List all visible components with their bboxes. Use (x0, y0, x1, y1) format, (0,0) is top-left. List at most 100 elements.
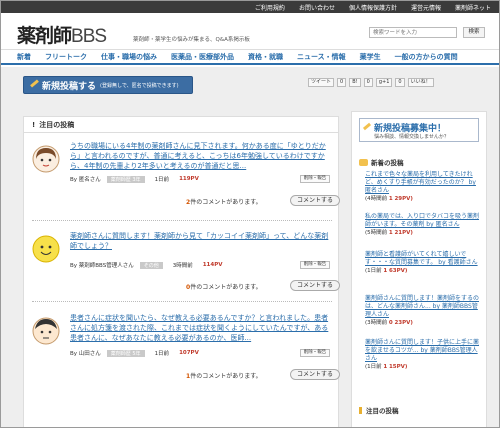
new-post-meta: (1日前 1 63PV) (365, 268, 408, 274)
like-button[interactable]: いいね！ (407, 78, 434, 87)
search-button[interactable]: 検索 (463, 27, 485, 38)
side-featured-heading: 注目の投稿 (359, 405, 399, 415)
nav-item-news[interactable]: ニュース・情報 (297, 52, 346, 62)
topbar-link-contact[interactable]: お問い合わせ (299, 3, 335, 12)
post-title-link[interactable]: 患者さんに症状を聞いたら、なぜ教える必要あるんですか？と言われました。患者さんに… (70, 313, 332, 343)
gplus-button[interactable]: g+1 (375, 78, 393, 87)
site-logo[interactable]: 薬剤師BBS (17, 21, 107, 48)
new-badge-icon (359, 158, 368, 166)
new-post-link[interactable]: 私の薬局では、入り口でタバコを吸う薬剤師がいます。その薬剤 by 匿名さん (365, 213, 479, 229)
new-post-meta: (5時間前 1 21PV) (365, 230, 413, 236)
new-posts-heading: 新着の投稿 (359, 157, 404, 167)
new-post-meta: (1日前 1 15PV) (365, 364, 408, 370)
featured-post-3: 患者さんに症状を聞いたら、なぜ教える必要あるんですか？と言われました。患者さんに… (32, 313, 340, 393)
featured-heading-text: 注目の投稿 (39, 120, 75, 129)
nav-item-general[interactable]: 一般の方からの質問 (395, 52, 458, 62)
avatar-smiley-icon (32, 235, 60, 263)
nav-item-qualification[interactable]: 資格・就職 (248, 52, 283, 62)
recruit-subtitle: 悩み相談、情報交換しませんか？ (374, 134, 449, 140)
post-pageviews: 107PV (179, 350, 199, 356)
new-post-link[interactable]: これまで色々な薬局を利用してきたけれど、めくすり手帳が有効だったのか？ by 匿… (365, 171, 479, 195)
recruit-banner[interactable]: 新規投稿募集中！ 悩み相談、情報交換しませんか？ (359, 118, 479, 142)
comment-count-text: 件のコメントがあります。 (190, 284, 262, 291)
new-post-item: 薬剤師さんに質問します！薬剤師をするのは、どんな薬剤師さん... by 薬剤師B… (365, 295, 479, 327)
divider (32, 301, 332, 302)
hatena-count: 0 (363, 78, 373, 87)
gplus-count: 0 (395, 78, 405, 87)
report-button[interactable]: 削除・報告 (300, 175, 330, 183)
pencil-icon (362, 122, 372, 131)
post-category-badge: その他 (139, 261, 163, 269)
site-tagline: 薬剤師・薬学生の悩みが集まる、Q&A系掲示板 (133, 37, 250, 43)
comment-count: 0件のコメントがあります。 (186, 282, 262, 291)
post-title-link[interactable]: うちの職場にいる4年制の薬剤師さんに見下されます。何かある度に「ゆとりだから」と… (70, 141, 332, 171)
new-post-item: これまで色々な薬局を利用してきたけれど、めくすり手帳が有効だったのか？ by 匿… (365, 171, 479, 203)
featured-post-1: うちの職場にいる4年制の薬剤師さんに見下されます。何かある度に「ゆとりだから」と… (32, 141, 340, 221)
post-time: 1日前 (154, 177, 170, 183)
social-buttons: ツイート 0 B! 0 g+1 0 いいね！ (308, 78, 434, 87)
new-post-item: 私の薬局では、入り口でタバコを吸う薬剤師がいます。その薬剤 by 匿名さん (5… (365, 213, 479, 237)
new-post-link[interactable]: 薬剤師さんに質問します！子供に上手に薬を飲ませるコツが... by 薬剤師BBS… (365, 339, 479, 363)
heading-accent (359, 406, 362, 414)
comment-count: 1件のコメントがあります。 (186, 371, 262, 380)
comment-button[interactable]: コメントする (290, 195, 340, 206)
top-utility-bar: ご利用規約 お問い合わせ 個人情報保護方針 運営元情報 薬剤師ネット (1, 1, 499, 13)
report-button[interactable]: 削除・報告 (300, 261, 330, 269)
nav-item-new[interactable]: 新着 (17, 52, 31, 62)
tweet-count: 0 (337, 78, 347, 87)
topbar-link-company[interactable]: 運営元情報 (411, 3, 441, 12)
main-column: ! 注目の投稿 うちの職場にいる4年制の薬剤師さんに見下されます。何かある度に「… (23, 111, 340, 427)
post-title-link[interactable]: 薬剤師さんに質問します！薬剤師から見て「カッコイイ薬剤師」って、どんな薬剤師でし… (70, 231, 332, 251)
post-meta: By 匿名さん 薬剤師歴 3年 1日前 119PV (70, 175, 199, 183)
search-input[interactable] (369, 27, 457, 38)
new-post-meta: (3時間前 0 23PV) (365, 320, 413, 326)
avatar-woman-icon (32, 145, 60, 173)
comment-count-text: 件のコメントがあります。 (190, 373, 262, 380)
comment-button[interactable]: コメントする (290, 369, 340, 380)
comment-count-text: 件のコメントがあります。 (190, 199, 262, 206)
comment-button[interactable]: コメントする (290, 280, 340, 291)
topbar-link-privacy[interactable]: 個人情報保護方針 (349, 3, 397, 12)
new-post-meta: (4時間前 1 29PV) (365, 196, 413, 202)
comment-count: 2件のコメントがあります。 (186, 197, 262, 206)
post-time: 1日前 (154, 351, 170, 357)
nav-item-medicine[interactable]: 医薬品・医療部外品 (171, 52, 234, 62)
new-post-sublabel: (登録無しで、匿名で投稿できます) (100, 82, 179, 89)
new-post-item: 薬剤師さんに質問します！子供に上手に薬を飲ませるコツが... by 薬剤師BBS… (365, 339, 479, 371)
tweet-button[interactable]: ツイート (308, 78, 335, 87)
new-post-button[interactable]: 新規投稿する (登録無しで、匿名で投稿できます) (23, 76, 193, 94)
hatena-button[interactable]: B! (349, 78, 361, 87)
topbar-link-terms[interactable]: ご利用規約 (255, 3, 285, 12)
post-pageviews: 119PV (179, 176, 199, 182)
featured-post-2: 薬剤師さんに質問します！薬剤師から見て「カッコイイ薬剤師」って、どんな薬剤師でし… (32, 231, 340, 301)
post-author: By 匿名さん (70, 177, 101, 183)
post-author: By 薬剤師BBS管理人さん (70, 263, 134, 269)
report-button[interactable]: 削除・報告 (300, 349, 330, 357)
new-post-item: 薬剤師と看護師がいてくれて嬉しいです・・・な質問募集です。 by 看護師さん (… (365, 251, 479, 275)
nav-item-student[interactable]: 薬学生 (360, 52, 381, 62)
new-post-link[interactable]: 薬剤師さんに質問します！薬剤師をするのは、どんな薬剤師さん... by 薬剤師B… (365, 295, 479, 319)
post-meta: By 山田さん 薬剤師歴 5年 1日前 107PV (70, 349, 199, 357)
exclamation-icon: ! (32, 120, 36, 129)
divider (32, 220, 332, 221)
nav-item-free-talk[interactable]: フリートーク (45, 52, 87, 62)
new-post-label: 新規投稿する (42, 81, 97, 92)
pencil-icon (30, 79, 39, 88)
featured-posts-card: ! 注目の投稿 うちの職場にいる4年制の薬剤師さんに見下されます。何かある度に「… (23, 116, 340, 427)
post-category-badge: 薬剤師歴 5年 (106, 349, 145, 357)
topbar-link-network[interactable]: 薬剤師ネット (455, 3, 491, 12)
featured-heading: ! 注目の投稿 (24, 117, 338, 133)
avatar-man-icon (32, 317, 60, 345)
browser-frame: ご利用規約 お問い合わせ 個人情報保護方針 運営元情報 薬剤師ネット 薬剤師BB… (0, 0, 500, 428)
category-nav: 新着 フリートーク 仕事・職場の悩み 医薬品・医療部外品 資格・就職 ニュース・… (1, 49, 499, 65)
new-posts-heading-text: 新着の投稿 (371, 159, 404, 167)
post-author: By 山田さん (70, 351, 101, 357)
post-category-badge: 薬剤師歴 3年 (106, 175, 145, 183)
logo-main: 薬剤師 (17, 25, 72, 47)
post-meta: By 薬剤師BBS管理人さん その他 3時間前 114PV (70, 261, 223, 269)
nav-item-work[interactable]: 仕事・職場の悩み (101, 52, 157, 62)
new-post-link[interactable]: 薬剤師と看護師がいてくれて嬉しいです・・・な質問募集です。 by 看護師さん (365, 251, 479, 267)
post-pageviews: 114PV (202, 262, 223, 268)
side-featured-heading-text: 注目の投稿 (366, 407, 399, 415)
logo-sub: BBS (71, 26, 107, 47)
